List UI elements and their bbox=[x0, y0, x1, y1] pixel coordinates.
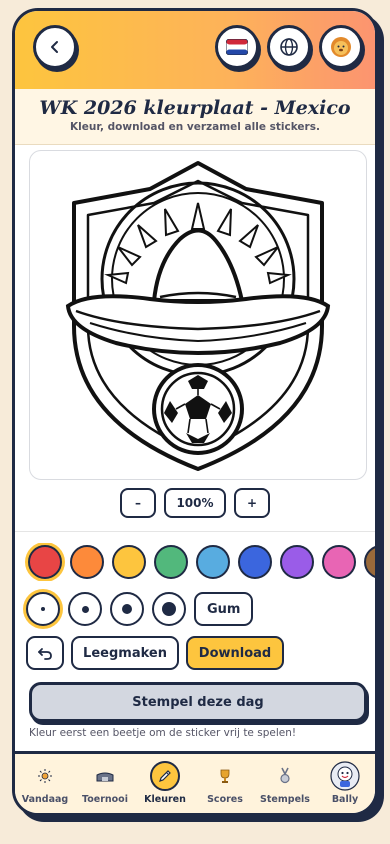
language-nl-button[interactable] bbox=[215, 25, 259, 69]
brush-dot-icon bbox=[162, 602, 176, 616]
medal-icon bbox=[278, 760, 292, 792]
color-palette bbox=[25, 543, 375, 581]
coloring-canvas[interactable] bbox=[29, 150, 367, 480]
stamp-day-button[interactable]: Stempel deze dag bbox=[29, 682, 367, 722]
nav-label: Bally bbox=[331, 794, 359, 805]
page-title: WK 2026 kleurplaat - Mexico bbox=[39, 97, 351, 119]
sombrero-crown bbox=[151, 228, 245, 303]
sombrero-brim bbox=[65, 294, 331, 355]
mexico-crest-drawing[interactable] bbox=[30, 151, 368, 481]
brush-dot-icon bbox=[81, 605, 89, 613]
zoom-out-button[interactable]: – bbox=[120, 488, 156, 518]
download-button[interactable]: Download bbox=[186, 636, 284, 670]
globe-icon bbox=[280, 38, 298, 56]
title-area: WK 2026 kleurplaat - Mexico Kleur, downl… bbox=[15, 89, 375, 145]
nav-label: Toernooi bbox=[82, 794, 128, 805]
brush-size-xlarge[interactable] bbox=[152, 592, 186, 626]
lion-mascot-icon bbox=[331, 37, 351, 57]
nav-item-scores[interactable]: Scores bbox=[195, 754, 255, 813]
eraser-button[interactable]: Gum bbox=[194, 592, 254, 626]
trophy-icon bbox=[217, 760, 233, 792]
nav-label: Vandaag bbox=[21, 794, 69, 805]
app-window: WK 2026 kleurplaat - Mexico Kleur, downl… bbox=[12, 8, 378, 816]
zoom-in-button[interactable]: + bbox=[234, 488, 270, 518]
divider bbox=[15, 531, 375, 532]
bottom-nav: Vandaag Toernooi Kleuren Scores Stempels… bbox=[15, 751, 375, 813]
top-bar bbox=[15, 11, 375, 89]
nav-label: Scores bbox=[207, 794, 243, 805]
color-swatch[interactable] bbox=[70, 545, 104, 579]
brush-size-medium[interactable] bbox=[68, 592, 102, 626]
brush-size-small[interactable] bbox=[26, 592, 60, 626]
zoom-controls: – 100% + bbox=[15, 488, 375, 518]
stadium-icon bbox=[96, 760, 114, 792]
nav-label: Stempels bbox=[260, 794, 310, 805]
color-swatch[interactable] bbox=[196, 545, 230, 579]
color-swatch[interactable] bbox=[364, 545, 375, 579]
color-swatch[interactable] bbox=[238, 545, 272, 579]
brush-dot-icon bbox=[41, 607, 45, 611]
bally-mascot-icon bbox=[330, 760, 360, 792]
nav-active-indicator bbox=[150, 760, 180, 792]
action-row: Leegmaken Download bbox=[26, 636, 284, 670]
brush-dot-icon bbox=[122, 604, 132, 614]
nav-item-stempels[interactable]: Stempels bbox=[255, 754, 315, 813]
pencil-icon bbox=[150, 761, 180, 791]
chevron-left-icon bbox=[51, 41, 58, 53]
nav-item-vandaag[interactable]: Vandaag bbox=[15, 754, 75, 813]
zoom-level[interactable]: 100% bbox=[164, 488, 226, 518]
undo-button[interactable] bbox=[26, 636, 64, 670]
nav-label: Kleuren bbox=[144, 794, 186, 805]
sun-icon bbox=[37, 760, 53, 792]
undo-icon bbox=[38, 648, 52, 660]
page-subtitle: Kleur, download en verzamel alle sticker… bbox=[70, 121, 320, 133]
color-swatch[interactable] bbox=[280, 545, 314, 579]
clear-button[interactable]: Leegmaken bbox=[71, 636, 179, 670]
netherlands-flag-icon bbox=[226, 39, 248, 55]
nav-item-kleuren[interactable]: Kleuren bbox=[135, 754, 195, 813]
color-swatch[interactable] bbox=[322, 545, 356, 579]
stamp-hint: Kleur eerst een beetje om de sticker vri… bbox=[29, 727, 297, 739]
globe-button[interactable] bbox=[267, 25, 311, 69]
brush-size-row: Gum bbox=[26, 592, 254, 626]
mascot-button[interactable] bbox=[319, 25, 363, 69]
color-swatch[interactable] bbox=[112, 545, 146, 579]
brush-size-large[interactable] bbox=[110, 592, 144, 626]
color-swatch[interactable] bbox=[28, 545, 62, 579]
soccer-ball bbox=[152, 363, 244, 455]
nav-item-bally[interactable]: Bally bbox=[315, 754, 375, 813]
back-button[interactable] bbox=[33, 25, 77, 69]
color-swatch[interactable] bbox=[154, 545, 188, 579]
nav-item-toernooi[interactable]: Toernooi bbox=[75, 754, 135, 813]
